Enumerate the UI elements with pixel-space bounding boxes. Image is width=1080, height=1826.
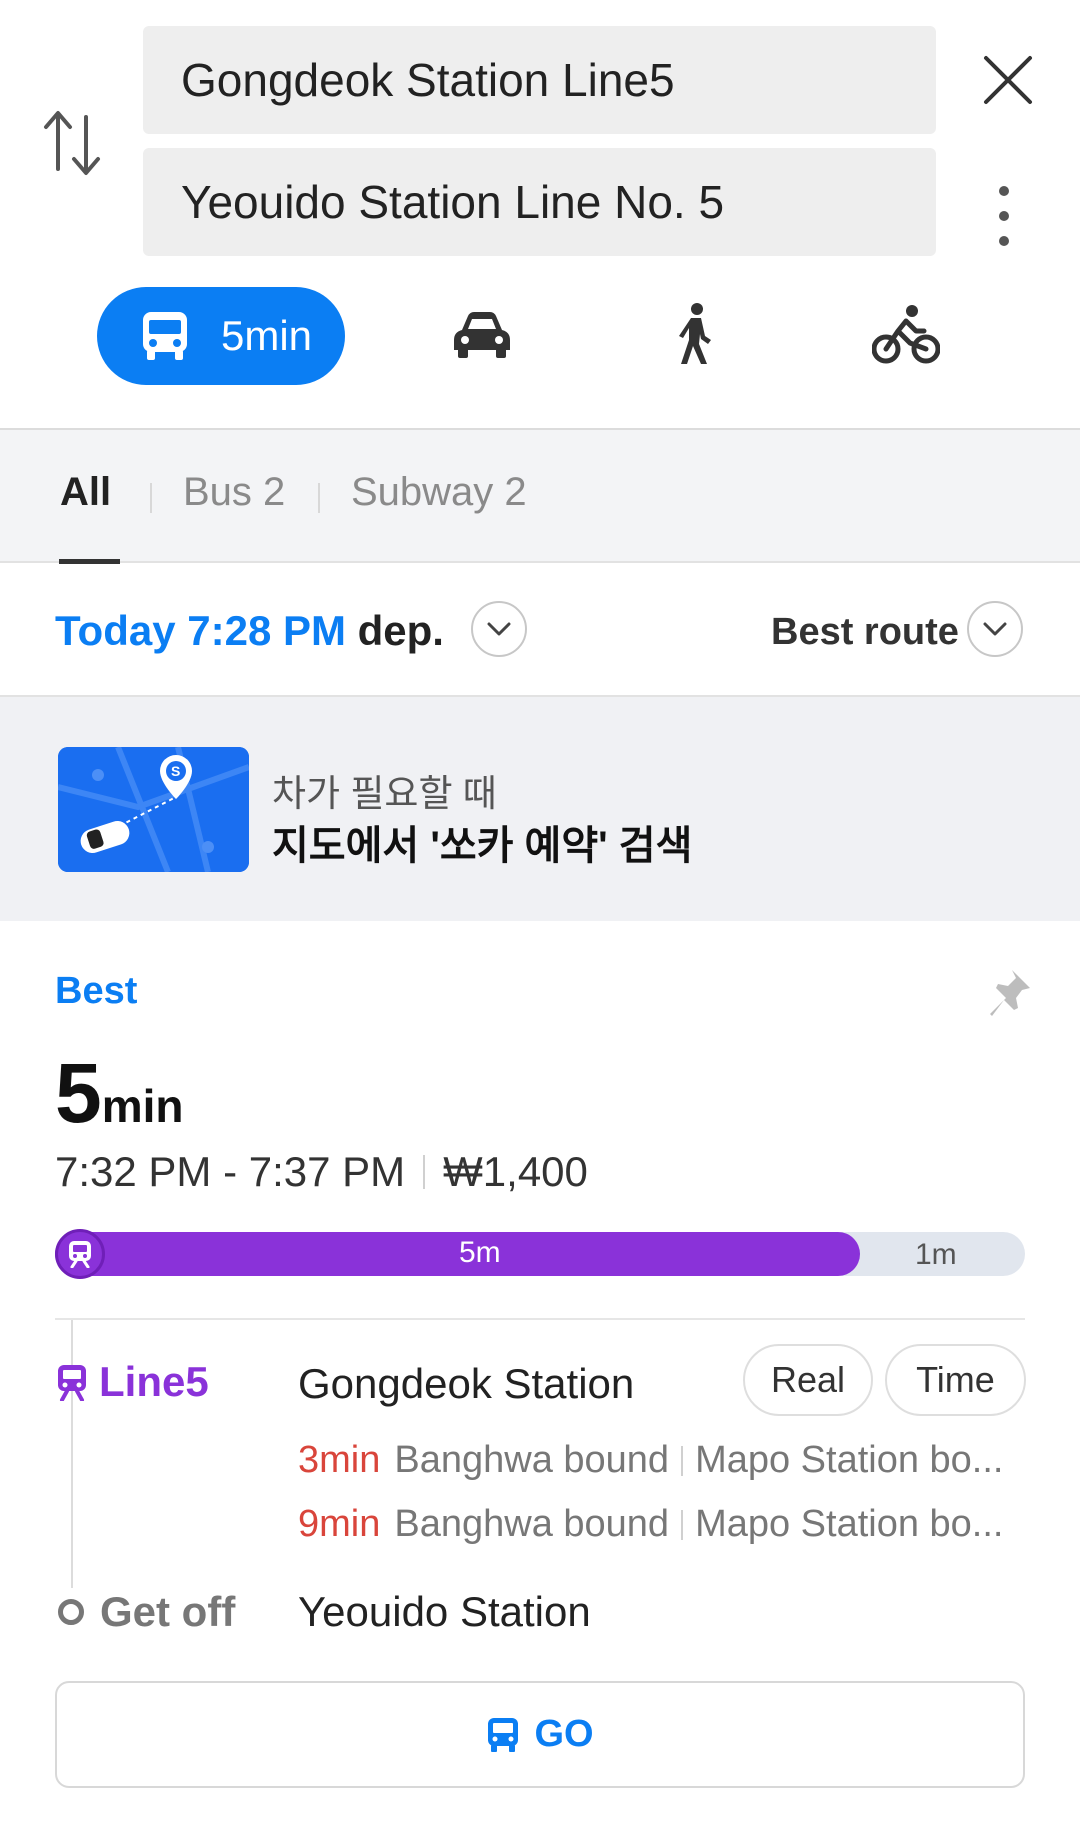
pin-icon[interactable]	[988, 968, 1032, 1020]
bike-icon[interactable]	[872, 303, 940, 365]
origin-input[interactable]: Gongdeok Station Line5	[143, 26, 936, 134]
duration-unit: min	[101, 1080, 184, 1132]
departure-dropdown-button[interactable]	[471, 601, 527, 657]
get-off-marker: Get off	[58, 1588, 235, 1636]
departure-suffix: dep.	[357, 607, 444, 654]
boarding-station[interactable]: Gongdeok Station	[298, 1360, 634, 1408]
get-off-dot	[58, 1599, 84, 1625]
line-tag: Line5	[55, 1358, 209, 1406]
route-progress-bar: 5m 1m	[55, 1229, 1025, 1279]
more-options-icon[interactable]	[992, 183, 1016, 249]
arrival-minutes: 3min	[298, 1439, 381, 1481]
subway-segment-label: 5m	[459, 1236, 501, 1269]
get-off-label: Get off	[100, 1588, 236, 1635]
departure-row: Today 7:28 PM dep. Best route	[0, 563, 1080, 697]
sort-dropdown-button[interactable]	[967, 601, 1023, 657]
arrival-minutes: 9min	[298, 1503, 381, 1545]
car-icon[interactable]	[452, 310, 512, 360]
time-range: 7:32 PM - 7:37 PM	[55, 1148, 406, 1195]
route-times: 7:32 PM - 7:37 PM ₩1,400	[55, 1148, 588, 1196]
promo-map-illustration: S	[58, 747, 249, 872]
walk-icon[interactable]	[673, 302, 717, 366]
arrival-direction: Mapo Station bo...	[695, 1503, 1004, 1545]
line-name: Line5	[99, 1358, 209, 1405]
separator	[681, 1509, 684, 1540]
alighting-station[interactable]: Yeouido Station	[298, 1588, 591, 1636]
arrival-direction: Banghwa bound	[394, 1503, 670, 1545]
chevron-down-icon	[487, 622, 511, 636]
swap-direction-icon[interactable]	[40, 105, 104, 181]
route-filter-tabs: All Bus 2 Subway 2	[0, 428, 1080, 564]
arrival-direction: Banghwa bound	[394, 1439, 670, 1481]
tab-all[interactable]: All	[60, 470, 111, 515]
realtime-button-real[interactable]: Real	[743, 1344, 873, 1416]
go-label: GO	[534, 1713, 594, 1755]
route-duration: 5min	[55, 1045, 184, 1142]
tab-separator	[318, 483, 320, 513]
close-icon[interactable]	[980, 52, 1036, 108]
promo-line-2: 지도에서 '쏘카 예약' 검색	[272, 824, 693, 868]
subway-icon	[69, 1241, 91, 1268]
mode-transit-label: 5min	[221, 312, 313, 359]
separator	[681, 1445, 684, 1476]
walk-segment-label: 1m	[915, 1238, 957, 1271]
promo-banner[interactable]: S 차가 필요할 때 지도에서 '쏘카 예약' 검색	[0, 697, 1080, 921]
destination-input[interactable]: Yeouido Station Line No. 5	[143, 148, 936, 256]
fare: ₩1,400	[443, 1148, 588, 1195]
bus-icon	[143, 312, 187, 360]
sort-option[interactable]: Best route	[771, 611, 959, 654]
realtime-button-time[interactable]: Time	[885, 1344, 1026, 1416]
subway-badge	[55, 1229, 105, 1279]
bus-icon	[488, 1717, 519, 1752]
duration-number: 5	[55, 1046, 102, 1140]
chevron-down-icon	[983, 622, 1007, 636]
tab-subway[interactable]: Subway 2	[351, 470, 527, 515]
divider	[55, 1318, 1025, 1320]
departure-time-selector[interactable]: Today 7:28 PM dep.	[55, 607, 444, 655]
arrival-row: 9min Banghwa bound Mapo Station bo...	[298, 1503, 1003, 1546]
departure-time: Today 7:28 PM	[55, 607, 346, 654]
tab-bus[interactable]: Bus 2	[183, 470, 285, 515]
mode-transit-button[interactable]: 5min	[97, 287, 345, 385]
separator	[423, 1155, 426, 1189]
arrival-row: 3min Banghwa bound Mapo Station bo...	[298, 1439, 1003, 1482]
promo-line-1: 차가 필요할 때	[272, 773, 497, 814]
subway-icon	[58, 1365, 86, 1401]
arrival-direction: Mapo Station bo...	[695, 1439, 1004, 1481]
svg-text:S: S	[171, 763, 180, 779]
route-best-badge: Best	[55, 970, 138, 1012]
go-button[interactable]: GO	[55, 1681, 1025, 1788]
subway-segment	[55, 1232, 861, 1276]
tab-separator	[150, 483, 152, 513]
